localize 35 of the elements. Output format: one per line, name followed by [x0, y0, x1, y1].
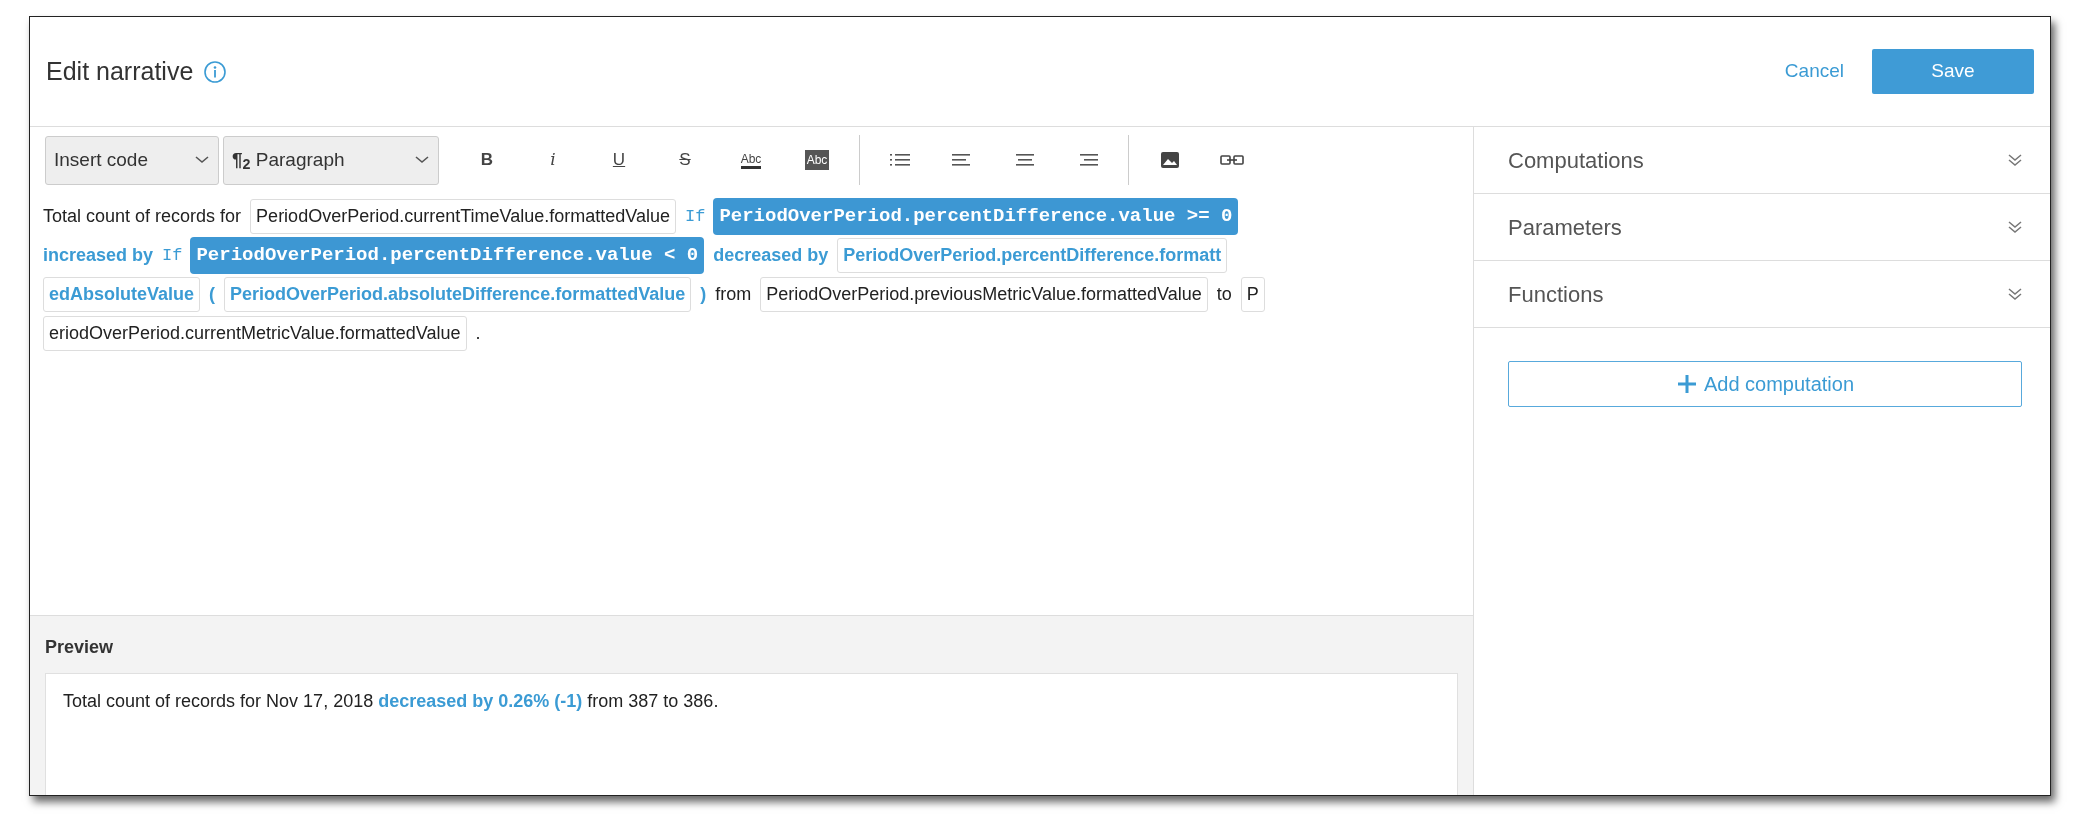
code-token[interactable]: PeriodOverPeriod.currentTimeValue.formattedValue: [250, 199, 676, 234]
format-button[interactable]: B: [457, 140, 517, 180]
format-button[interactable]: Abc: [787, 140, 847, 180]
section-label: Parameters: [1508, 213, 1622, 242]
chevron-down-icon: [194, 155, 210, 165]
if-keyword: If: [684, 205, 706, 228]
preview-text: Total count of records for Nov 17, 2018 decreased by 0.26% (-1) from 387 to 386.: [63, 691, 719, 711]
accordion-section[interactable]: Computations: [1474, 127, 2050, 194]
narrative-text: (: [209, 283, 216, 306]
narrative-text: decreased by: [713, 244, 829, 267]
accordion-section[interactable]: Parameters: [1474, 194, 2050, 261]
chevron-down-icon: [414, 155, 430, 165]
code-token[interactable]: P: [1240, 277, 1265, 312]
narrative-text: from: [715, 283, 752, 306]
if-keyword: If: [162, 244, 183, 267]
section-label: Computations: [1508, 146, 1644, 175]
info-icon[interactable]: [203, 59, 228, 84]
narrative-text: ): [700, 283, 707, 306]
dialog-title: Edit narrative: [46, 55, 194, 87]
narrative-text: Total count of records for: [43, 205, 242, 228]
format-button[interactable]: U: [589, 140, 649, 180]
code-token[interactable]: eriodOverPeriod.currentMetricValue.formattedValue: [43, 316, 467, 351]
plus-icon: [1675, 373, 1698, 395]
code-token[interactable]: PeriodOverPeriod.previousMetricValue.formattedValue: [760, 277, 1208, 312]
section-label: Functions: [1508, 280, 1604, 309]
narrative-text: increased by: [43, 244, 154, 267]
format-button[interactable]: Abc: [721, 140, 781, 180]
format-button[interactable]: S: [655, 140, 715, 180]
paragraph-style-dropdown[interactable]: ¶$_{2}$ Paragraph: [223, 135, 439, 185]
preview-title: Preview: [45, 636, 115, 659]
narrative-text: .: [475, 322, 481, 345]
accordion-section[interactable]: Functions: [1474, 261, 2050, 328]
narrative-text: to: [1216, 283, 1232, 306]
insert-code-dropdown[interactable]: Insert code: [45, 135, 219, 185]
format-button[interactable]: i: [523, 140, 583, 180]
